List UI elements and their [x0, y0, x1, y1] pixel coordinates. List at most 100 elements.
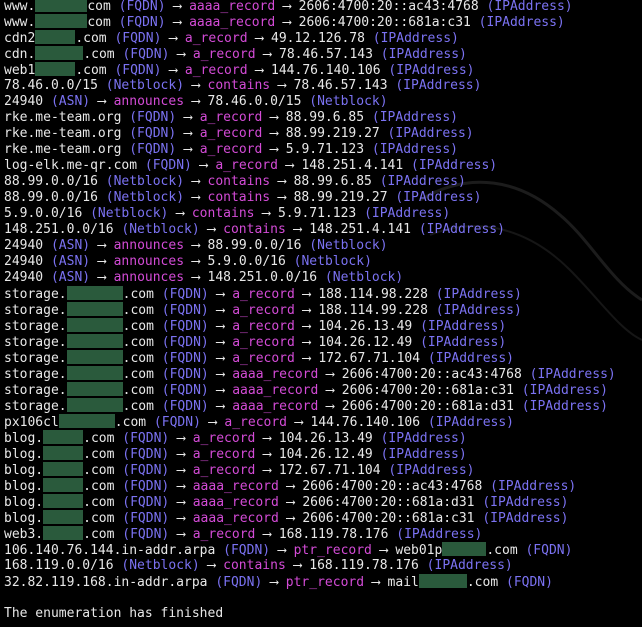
target-type: (IPAddress) — [420, 351, 514, 366]
arrow: ⟶ — [169, 463, 193, 478]
redaction-block — [66, 286, 123, 300]
source-name-suffix: .com — [83, 511, 115, 526]
source-type: (FQDN) — [153, 351, 209, 366]
source-name: www. — [4, 0, 36, 14]
output-line: 32.82.119.168.in-addr.arpa (FQDN) ⟶ ptr_… — [4, 574, 642, 590]
target-type: (Netblock) — [301, 238, 388, 253]
source-name: storage. — [4, 399, 67, 414]
target-type: (IPAddress) — [474, 511, 569, 526]
target-type: (IPAddress) — [372, 47, 467, 62]
relation: aaaa_record — [192, 495, 279, 510]
relation: contains — [207, 190, 271, 205]
target-value: 2606:4700:20::ac43:4768 — [302, 479, 483, 494]
source-name-suffix: .com — [83, 463, 115, 478]
source-type: (FQDN) — [114, 511, 170, 526]
target-type: (IPAddress) — [513, 383, 608, 398]
target-type: (FQDN) — [517, 543, 573, 558]
target-value: 88.99.0.0/16 — [207, 238, 302, 253]
arrow: ⟶ — [278, 511, 303, 526]
arrow: ⟶ — [169, 47, 193, 62]
source-name: 24940 — [4, 254, 44, 269]
source-type: (FQDN) — [114, 463, 170, 478]
target-type: (IPAddress) — [427, 303, 522, 318]
target-type: (IPAddress) — [470, 15, 565, 30]
relation: a_record — [215, 158, 278, 173]
output-line: 24940 (ASN) ⟶ announces ⟶ 5.9.0.0/16 (Ne… — [4, 254, 642, 270]
target-type: (IPAddress) — [387, 190, 482, 205]
relation: a_record — [184, 63, 248, 78]
relation: aaaa_record — [189, 0, 276, 14]
relation: announces — [113, 270, 185, 285]
source-name-suffix: .com — [122, 383, 154, 398]
target-value: 144.76.140.106 — [271, 63, 381, 78]
target-type: (IPAddress) — [387, 78, 482, 93]
relation: contains — [223, 222, 286, 237]
source-type: (FQDN) — [106, 63, 162, 78]
output-line: storage. .com (FQDN) ⟶ a_record ⟶ 104.26.… — [4, 334, 642, 350]
output-line: 5.9.0.0/16 (Netblock) ⟶ contains ⟶ 5.9.7… — [4, 206, 642, 222]
output-line: px106cl .com (FQDN) ⟶ a_record ⟶ 144.76.1… — [4, 414, 642, 430]
output-line: 148.251.0.0/16 (Netblock) ⟶ contains ⟶ 1… — [4, 222, 642, 238]
source-name: storage. — [4, 303, 67, 318]
source-name: storage. — [4, 319, 67, 334]
source-name-suffix: .com — [114, 415, 147, 430]
relation: aaaa_record — [192, 511, 279, 526]
redaction-block — [35, 0, 88, 12]
redaction-block — [35, 46, 84, 60]
source-name: storage. — [4, 287, 67, 302]
arrow: ⟶ — [294, 303, 319, 318]
source-name: blog. — [4, 495, 44, 510]
source-type: (ASN) — [43, 238, 91, 253]
arrow: ⟶ — [199, 222, 224, 237]
relation: ptr_record — [285, 575, 365, 590]
relation: a_record — [232, 303, 295, 318]
relation: a_record — [232, 351, 295, 366]
source-name-suffix: .com — [122, 399, 154, 414]
arrow: ⟶ — [208, 335, 233, 350]
target-type: (IPAddress) — [427, 287, 522, 302]
target-type: (IPAddress) — [474, 495, 569, 510]
source-type: (FQDN) — [153, 287, 209, 302]
target-value: 5.9.0.0/16 — [207, 254, 286, 269]
output-line: rke.me-team.org (FQDN) ⟶ a_record ⟶ 88.9… — [4, 126, 642, 142]
arrow: ⟶ — [200, 415, 225, 430]
relation: a_record — [232, 335, 295, 350]
source-type: (FQDN) — [215, 543, 271, 558]
relation: a_record — [192, 47, 256, 62]
arrow: ⟶ — [208, 367, 233, 382]
source-type: (FQDN) — [114, 527, 170, 542]
relation: a_record — [192, 527, 256, 542]
arrow: ⟶ — [184, 78, 208, 93]
source-name: storage. — [4, 367, 67, 382]
source-type: (Netblock) — [97, 190, 185, 205]
arrow: ⟶ — [161, 31, 185, 46]
source-type: (FQDN) — [106, 31, 162, 46]
output-line: www. com (FQDN) ⟶ aaaa_record ⟶ 2606:4700… — [4, 14, 642, 30]
target-value: web01p — [395, 543, 443, 558]
source-name: 24940 — [4, 270, 44, 285]
redaction-block — [43, 478, 84, 492]
arrow: ⟶ — [262, 142, 286, 157]
arrow: ⟶ — [169, 447, 193, 462]
output-line: blog. .com (FQDN) ⟶ a_record ⟶ 104.26.12.… — [4, 446, 642, 462]
output-line: storage. .com (FQDN) ⟶ aaaa_record ⟶ 2606… — [4, 398, 642, 414]
source-name-suffix: .com — [122, 303, 154, 318]
target-type: (IPAddress) — [412, 319, 507, 334]
arrow: ⟶ — [247, 63, 272, 78]
redaction-block — [43, 430, 84, 444]
source-name: blog. — [4, 463, 44, 478]
target-value: 88.99.6.85 — [285, 110, 365, 125]
target-value: 104.26.13.49 — [278, 431, 373, 446]
relation: announces — [113, 254, 185, 269]
output-line: rke.me-team.org (FQDN) ⟶ a_record ⟶ 5.9.… — [4, 142, 642, 158]
source-type: (FQDN) — [121, 126, 177, 141]
source-type: (FQDN) — [114, 47, 170, 62]
source-name-suffix: .com — [83, 495, 115, 510]
arrow: ⟶ — [270, 543, 294, 558]
source-type: (FQDN) — [110, 0, 166, 14]
arrow: ⟶ — [184, 270, 208, 285]
source-type: (FQDN) — [110, 15, 166, 30]
arrow: ⟶ — [184, 238, 208, 253]
target-type: (IPAddress) — [513, 399, 608, 414]
redaction-block — [442, 542, 487, 556]
